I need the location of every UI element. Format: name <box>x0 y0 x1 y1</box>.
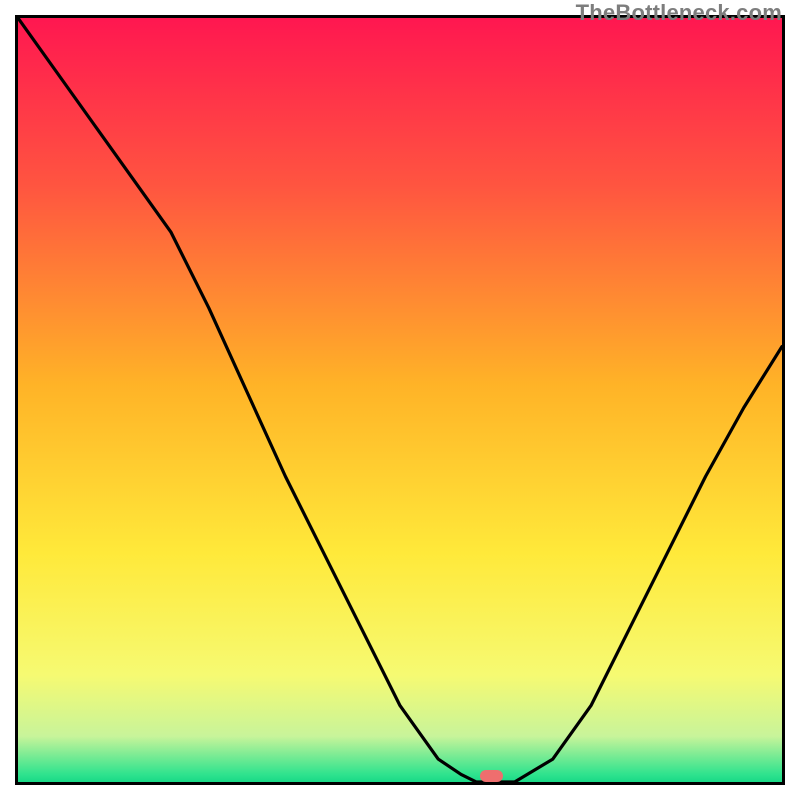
bottleneck-curve <box>18 18 782 782</box>
watermark-label: TheBottleneck.com <box>576 0 782 26</box>
chart-frame: TheBottleneck.com <box>0 0 800 800</box>
plot-area <box>15 15 785 785</box>
optimum-marker <box>480 770 503 782</box>
